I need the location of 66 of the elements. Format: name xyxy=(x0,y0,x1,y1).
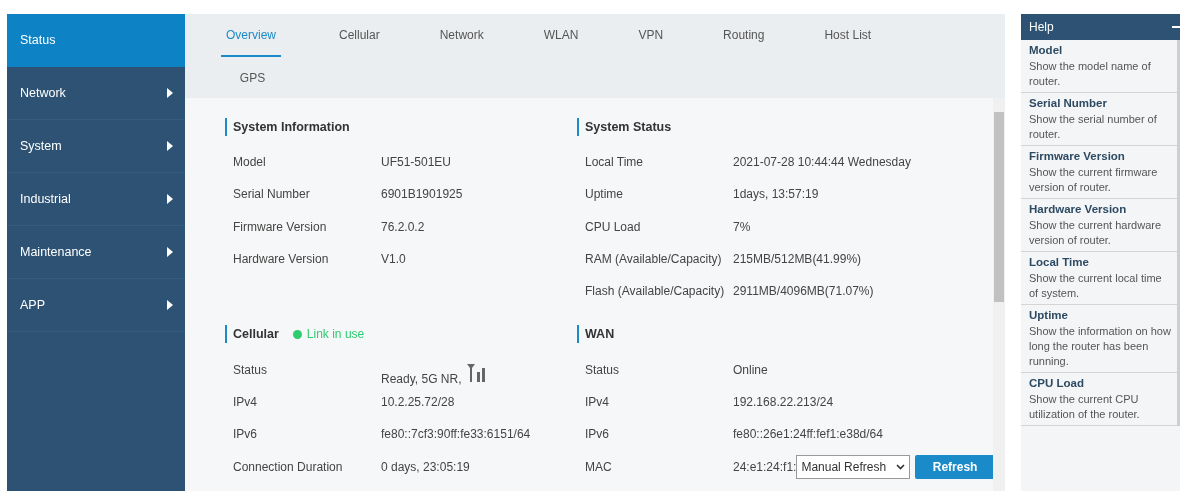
field-label: Flash (Available/Capacity) xyxy=(585,284,726,299)
help-item-title: Hardware Version xyxy=(1029,203,1128,215)
help-item-title: Firmware Version xyxy=(1029,150,1126,162)
field-label: Connection Duration xyxy=(233,459,344,474)
field-label: CPU Load xyxy=(585,219,642,234)
field-label: IPv4 xyxy=(233,394,258,409)
help-item-text: Show the current local time of system. xyxy=(1029,271,1163,301)
field-value: UF51-501EU xyxy=(381,155,452,170)
field-label: Local Time xyxy=(585,155,645,170)
field-value: 6901B1901925 xyxy=(381,187,463,202)
help-item-text: Show the current firmware version of router. xyxy=(1029,165,1159,195)
help-item-title: Uptime xyxy=(1029,309,1069,321)
field-value: 24:e1:24:f1: xyxy=(733,459,797,474)
field-label: Model xyxy=(233,155,267,170)
field-label: IPv4 xyxy=(585,394,610,409)
chevron-down-icon xyxy=(896,463,906,470)
refresh-interval-dropdown[interactable]: Manual Refresh xyxy=(796,454,911,479)
field-label: RAM (Available/Capacity) xyxy=(585,252,723,267)
field-value: V1.0 xyxy=(381,252,406,267)
field-value: 2911MB/4096MB(71.07%) xyxy=(733,284,874,299)
field-value: 192.168.22.213/24 xyxy=(733,394,834,409)
field-label: IPv6 xyxy=(585,427,610,442)
help-item-text: Show the current hardware version of router. xyxy=(1029,218,1163,248)
section-title: WAN xyxy=(585,327,615,342)
field-value: fe80::26e1:24ff:fef1:e38d/64 xyxy=(733,427,883,442)
field-label: Uptime xyxy=(585,187,624,202)
scrollbar[interactable] xyxy=(993,98,1005,491)
section-title: System Information xyxy=(233,120,350,134)
field-value: 0 days, 23:05:19 xyxy=(381,459,470,474)
tab[interactable]: Network xyxy=(439,14,484,57)
sidebar-item[interactable]: Status xyxy=(7,14,185,67)
section-title: System Status xyxy=(585,120,672,134)
tab[interactable]: Routing xyxy=(723,14,765,57)
help-item-text: Show the information on how long the router has been running. xyxy=(1029,324,1172,369)
field-value: 10.2.25.72/28 xyxy=(381,394,455,409)
tab[interactable]: GPS xyxy=(221,57,279,93)
field-label: Status xyxy=(233,362,269,377)
help-item-title: Serial Number xyxy=(1029,97,1108,109)
field-value: 2021-07-28 10:44:44 Wednesday xyxy=(733,155,911,170)
help-title: Help xyxy=(1029,20,1054,34)
field-value: Online xyxy=(733,362,768,377)
section-title: Cellular xyxy=(233,327,279,342)
field-value: 7% xyxy=(733,219,751,234)
field-value: 215MB/512MB(41.99%) xyxy=(733,252,862,267)
field-label: Hardware Version xyxy=(233,252,330,267)
refresh-button[interactable]: Refresh xyxy=(915,454,996,479)
field-value: Ready, 5G NR, xyxy=(381,371,462,386)
field-value: fe80::7cf3:90ff:fe33:6151/64 xyxy=(381,427,531,442)
status-text: Link in use xyxy=(306,327,365,342)
field-label: Firmware Version xyxy=(233,219,328,234)
field-value: 1days, 13:57:19 xyxy=(733,187,819,202)
help-item-title: Local Time xyxy=(1029,256,1090,268)
field-label: Status xyxy=(585,362,621,377)
tab[interactable]: Host List xyxy=(824,14,872,57)
help-item-title: Model xyxy=(1029,44,1064,56)
help-item-text: Show the model name of router. xyxy=(1029,59,1152,89)
field-label: Serial Number xyxy=(233,187,311,202)
tab[interactable]: WLAN xyxy=(543,14,579,57)
help-item-text: Show the serial number of router. xyxy=(1029,112,1158,142)
help-item-text: Show the current CPU utilization of the router. xyxy=(1029,392,1141,422)
tab[interactable]: VPN xyxy=(638,14,664,57)
help-item-title: CPU Load xyxy=(1029,377,1085,389)
field-label: MAC xyxy=(585,459,613,474)
field-value: 76.2.0.2 xyxy=(381,219,425,234)
tab[interactable]: Cellular xyxy=(339,14,380,57)
field-label: IPv6 xyxy=(233,427,258,442)
